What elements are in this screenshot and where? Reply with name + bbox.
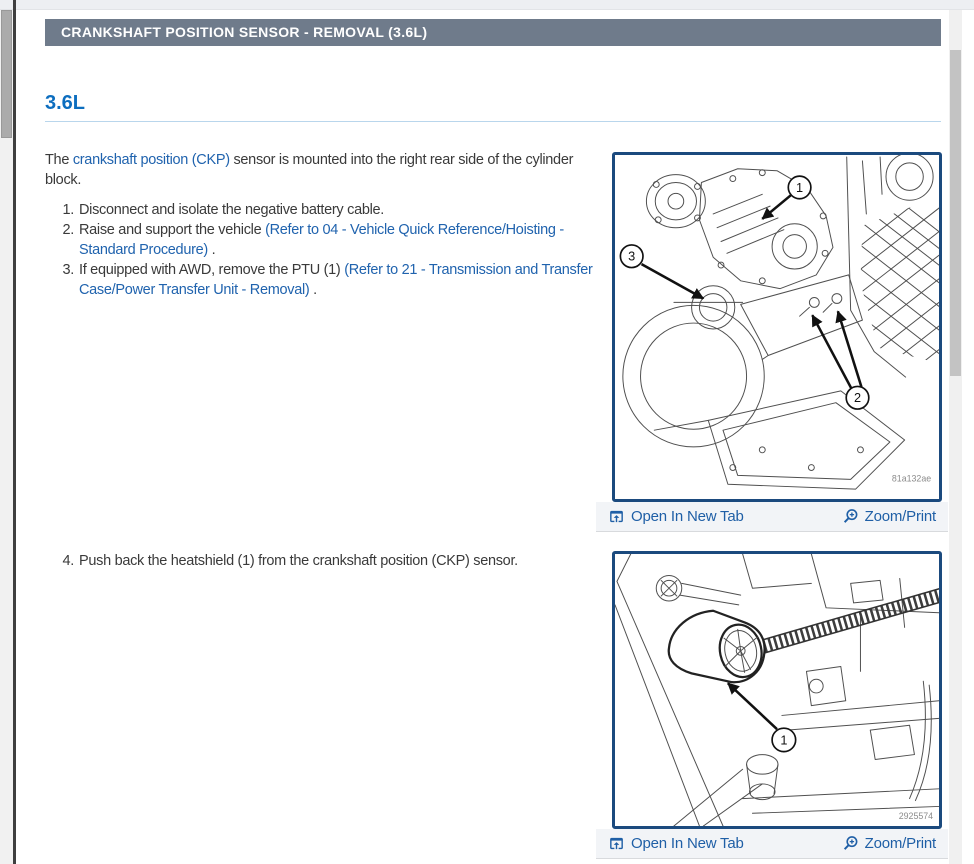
open-in-new-tab-icon	[608, 835, 625, 852]
step-3-text-pre: If equipped with AWD, remove the PTU (1)	[79, 262, 344, 278]
step-1-text: Disconnect and isolate the negative batt…	[79, 200, 605, 220]
figure1-footer: Open In New Tab Zoom/Print	[596, 502, 948, 532]
step-4-number: 4.	[45, 551, 79, 571]
figure2-open-in-new-tab-button[interactable]: Open In New Tab	[608, 835, 744, 852]
procedure-step-4: 4. Push back the heatshield (1) from the…	[45, 551, 605, 571]
figure2-footer: Open In New Tab Zoom/Print	[596, 829, 948, 859]
section-heading-label: 3.6L	[45, 92, 85, 114]
figure1-zoom-label: Zoom/Print	[865, 508, 936, 525]
figure-panel-ptu: 1 3 2 81a132ae Open In New Tab	[596, 146, 948, 532]
figure2-code: 2925574	[899, 811, 933, 821]
heatshield-cone	[669, 611, 767, 682]
step-2-text-post: .	[208, 242, 215, 258]
step-3-text: If equipped with AWD, remove the PTU (1)…	[79, 260, 605, 300]
step-1-text-pre: Disconnect and isolate the negative batt…	[79, 202, 384, 218]
step-1-number: 1.	[45, 200, 79, 220]
open-in-new-tab-icon	[608, 508, 625, 525]
step-4-text-pre: Push back the heatshield (1) from the cr…	[79, 553, 518, 569]
engine-block-line-art	[623, 155, 939, 489]
step-2-text-pre: Raise and support the vehicle	[79, 222, 265, 238]
step-2: 2. Raise and support the vehicle (Refer …	[45, 220, 605, 260]
step-3-number: 3.	[45, 260, 79, 300]
figure2-open-label: Open In New Tab	[631, 835, 744, 852]
article-title: CRANKSHAFT POSITION SENSOR - REMOVAL (3.…	[61, 24, 427, 40]
wire-conduit	[758, 588, 939, 655]
ckp-sensor-link[interactable]: crankshaft position (CKP)	[73, 152, 230, 168]
intro-paragraph: The crankshaft position (CKP) sensor is …	[45, 150, 601, 190]
figure2-callouts: 1	[728, 683, 796, 751]
step-3-text-post: .	[309, 282, 316, 298]
figure1-open-label: Open In New Tab	[631, 508, 744, 525]
figure2-zoom-print-button[interactable]: Zoom/Print	[842, 835, 936, 852]
figure-image-ckp-sensor: 1 2925574	[612, 551, 942, 829]
figure-image-ptu: 1 3 2 81a132ae	[612, 152, 942, 502]
article-title-bar: CRANKSHAFT POSITION SENSOR - REMOVAL (3.…	[45, 19, 941, 46]
callout-2-number: 2	[854, 390, 861, 405]
figure1-code: 81a132ae	[892, 473, 931, 483]
step-2-text: Raise and support the vehicle (Refer to …	[79, 220, 605, 260]
left-pane-scrollbar-thumb[interactable]	[1, 10, 12, 138]
figure1-zoom-print-button[interactable]: Zoom/Print	[842, 508, 936, 525]
top-chrome-strip	[0, 0, 974, 10]
intro-text-pre: The	[45, 152, 73, 168]
figure1-open-in-new-tab-button[interactable]: Open In New Tab	[608, 508, 744, 525]
callout-1-number-fig2: 1	[780, 732, 787, 747]
step-4: 4. Push back the heatshield (1) from the…	[45, 551, 605, 571]
left-pane-scrollbar-track[interactable]	[0, 10, 13, 864]
procedure-steps: 1. Disconnect and isolate the negative b…	[45, 200, 605, 300]
zoom-in-icon	[842, 835, 859, 852]
callout-3-number: 3	[628, 249, 635, 264]
step-1: 1. Disconnect and isolate the negative b…	[45, 200, 605, 220]
figure-panel-ckp-sensor: 1 2925574 Open In New Tab Zoom/Print	[596, 545, 948, 864]
pane-divider	[13, 0, 16, 864]
callout-1-number: 1	[796, 180, 803, 195]
section-heading: 3.6L	[45, 92, 941, 122]
figure2-zoom-label: Zoom/Print	[865, 835, 936, 852]
zoom-in-icon	[842, 508, 859, 525]
main-scrollbar-thumb[interactable]	[950, 50, 961, 376]
engine-underside-line-art	[615, 554, 939, 826]
step-3: 3. If equipped with AWD, remove the PTU …	[45, 260, 605, 300]
step-2-number: 2.	[45, 220, 79, 260]
figure1-callouts: 1 3 2	[620, 176, 868, 409]
step-4-text: Push back the heatshield (1) from the cr…	[79, 551, 605, 571]
